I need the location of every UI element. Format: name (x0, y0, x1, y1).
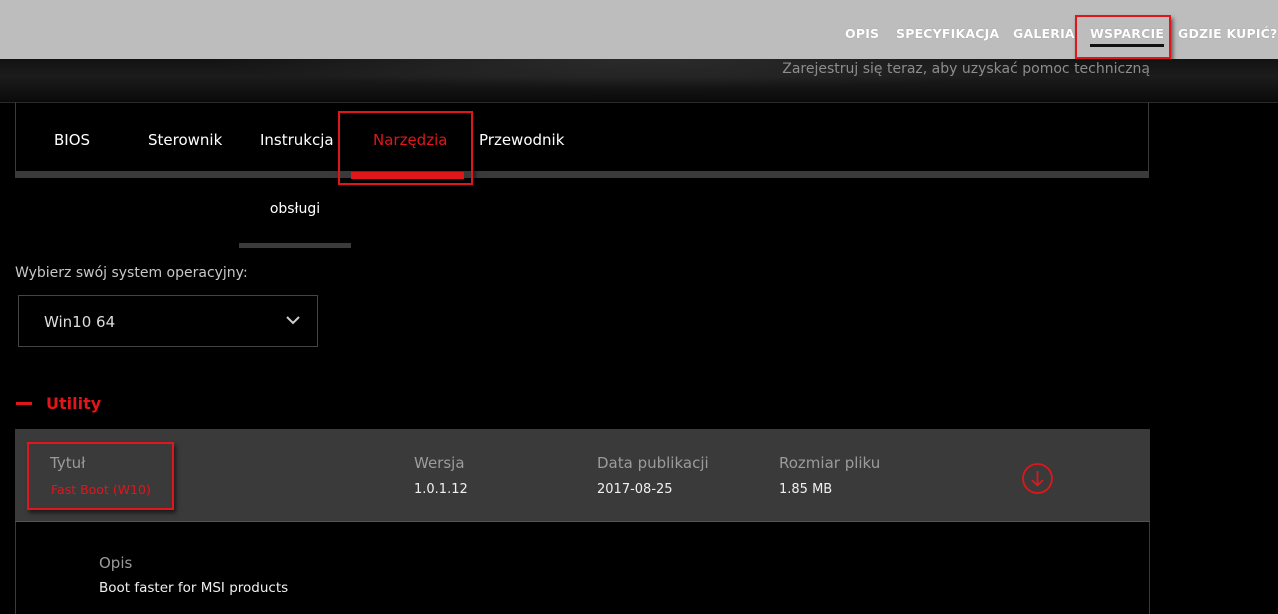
download-icon[interactable] (1021, 462, 1054, 495)
highlight-wsparcie (1075, 15, 1171, 59)
highlight-narzedzia (338, 111, 473, 185)
section-title-utility[interactable]: Utility (46, 394, 101, 413)
nav-item-gdzie-kupic[interactable]: GDZIE KUPIĆ? (1178, 26, 1278, 41)
top-nav-bar: OPIS SPECYFIKACJA GALERIA WSPARCIE GDZIE… (0, 0, 1278, 59)
os-select-label: Wybierz swój system operacyjny: (15, 265, 248, 281)
os-dropdown-value: Win10 64 (44, 313, 116, 331)
row-date: 2017-08-25 (597, 482, 673, 497)
description-panel: Opis Boot faster for MSI products (15, 522, 1150, 614)
tab-instrukcja-obslugi-continuation[interactable]: obsługi (239, 201, 351, 217)
tabs-bottom-bar (16, 171, 1148, 178)
header-size: Rozmiar pliku (779, 454, 881, 472)
nav-item-galeria[interactable]: GALERIA (1013, 26, 1075, 41)
nav-item-opis[interactable]: OPIS (845, 26, 879, 41)
hero-banner: Zarejestruj się teraz, aby uzyskać pomoc… (0, 59, 1278, 103)
description-text: Boot faster for MSI products (99, 580, 289, 596)
chevron-down-icon (286, 316, 300, 325)
header-date: Data publikacji (597, 454, 709, 472)
download-row: Tytuł Fast Boot (W10) Wersja 1.0.1.12 Da… (15, 429, 1150, 522)
description-header: Opis (99, 554, 133, 572)
register-support-link[interactable]: Zarejestruj się teraz, aby uzyskać pomoc… (782, 61, 1150, 77)
row-size: 1.85 MB (779, 482, 833, 497)
os-dropdown[interactable]: Win10 64 (18, 295, 318, 347)
highlight-title (27, 442, 174, 510)
header-version: Wersja (414, 454, 465, 472)
collapse-minus-icon[interactable] (16, 402, 32, 405)
subtab-bar (239, 243, 351, 248)
nav-item-specyfikacja[interactable]: SPECYFIKACJA (896, 26, 999, 41)
tab-bios[interactable]: BIOS (54, 131, 90, 149)
support-tabs: BIOS Sterownik Instrukcja Narzędzia Prze… (15, 102, 1149, 179)
tab-sterownik[interactable]: Sterownik (148, 131, 222, 149)
tab-przewodnik[interactable]: Przewodnik (479, 131, 564, 149)
row-version: 1.0.1.12 (414, 482, 468, 497)
tab-instrukcja[interactable]: Instrukcja (260, 131, 334, 149)
